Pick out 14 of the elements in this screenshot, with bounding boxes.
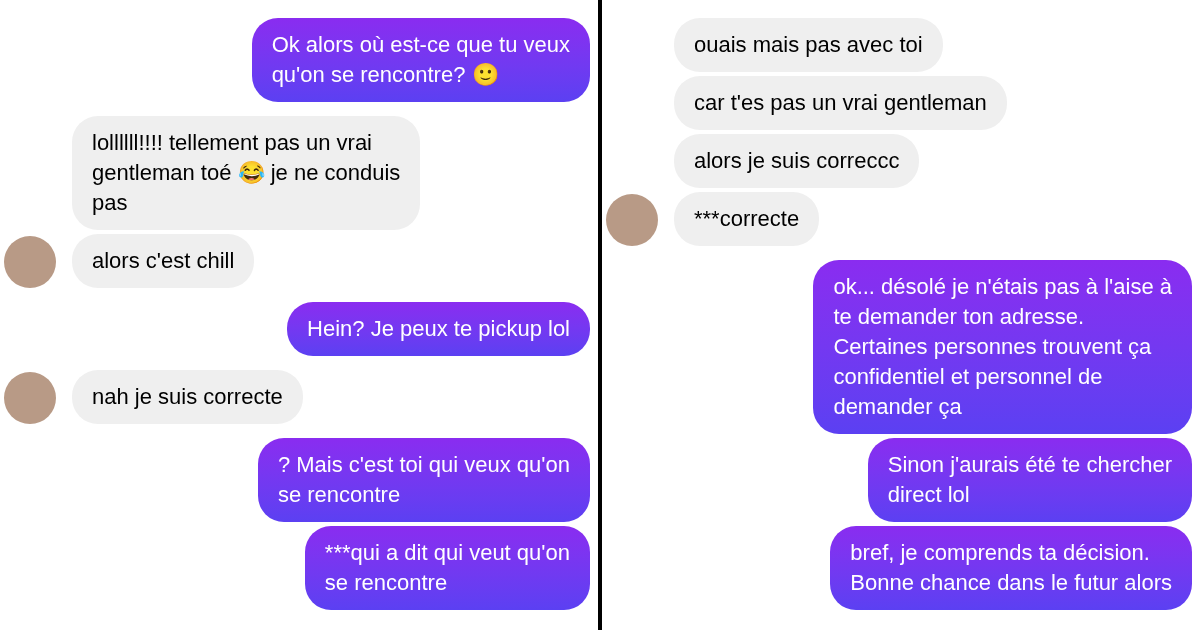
received-message: alors c'est chill <box>72 234 255 288</box>
received-message: nah je suis correcte <box>72 370 303 424</box>
sent-message: Ok alors où est-ce que tu veux qu'on se rencontre? 🙂 <box>251 18 590 102</box>
sent-message: ok... désolé je n'étais pas à l'aise à te demander ton adresse. Certaines personnes trouvent ça confidentiel et personnel de demander ça <box>813 260 1192 434</box>
sent-message: Hein? Je peux te pickup lol <box>287 302 590 356</box>
received-message: ouais mais pas avec toi <box>674 18 943 72</box>
sent-message: Sinon j'aurais été te chercher direct lol <box>867 438 1192 522</box>
sent-message: ? Mais c'est toi qui veux qu'on se rencontre <box>257 438 590 522</box>
sent-message: bref, je comprends ta décision. Bonne chance dans le futur alors <box>830 526 1192 610</box>
received-message: alors je suis correccc <box>674 134 920 188</box>
received-message: ***correcte <box>674 192 820 246</box>
sent-message: ***qui a dit qui veut qu'on se rencontre <box>304 526 590 610</box>
received-message: lollllll!!!! tellement pas un vrai gentleman toé 😂 je ne conduis pas <box>72 116 421 230</box>
received-message: car t'es pas un vrai gentleman <box>674 76 1007 130</box>
